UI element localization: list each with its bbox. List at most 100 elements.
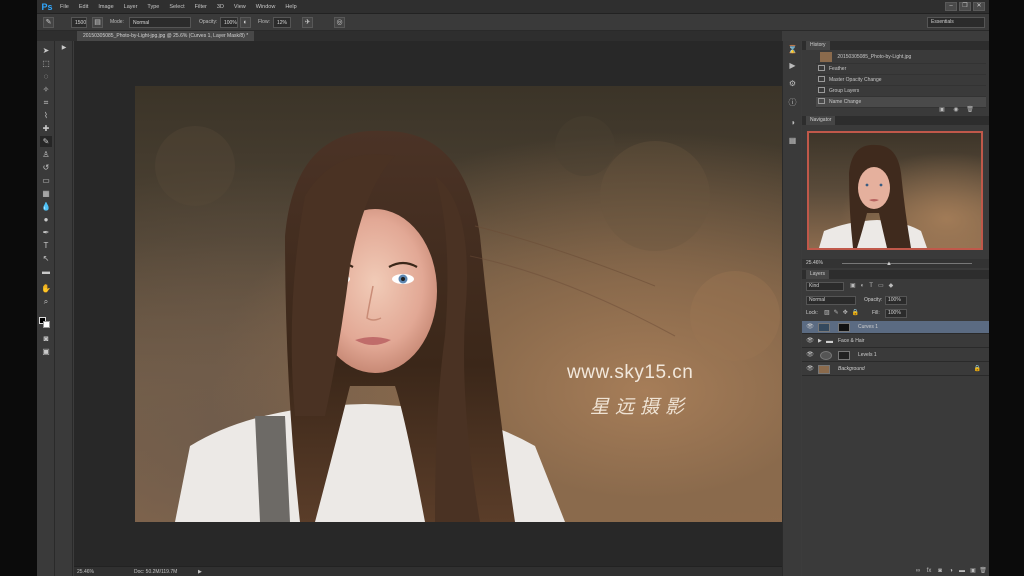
restore-button[interactable]: ❐ xyxy=(959,2,971,11)
screen-mode-icon[interactable]: ▣ xyxy=(40,346,52,357)
menu-layer[interactable]: Layer xyxy=(119,0,143,14)
airbrush-icon[interactable]: ✈ xyxy=(302,17,313,28)
new-adjustment-icon[interactable]: ◑ xyxy=(947,568,955,575)
document-image[interactable]: www.sky15.cn 星远摄影 xyxy=(135,86,789,522)
layer-mask-thumbnail[interactable] xyxy=(838,323,850,332)
new-document-from-state-icon[interactable]: ▣ xyxy=(938,107,946,114)
actions-panel-icon[interactable]: ▶ xyxy=(787,60,798,71)
healing-brush-icon[interactable]: ✚ xyxy=(40,123,52,134)
layer-row[interactable]: 👁 Levels 1 xyxy=(802,349,989,362)
menu-view[interactable]: View xyxy=(229,0,251,14)
brush-size-field[interactable]: 1500 xyxy=(71,17,87,28)
eyedropper-icon[interactable]: ⌇ xyxy=(40,110,52,121)
delete-layer-icon[interactable]: 🗑 xyxy=(979,568,987,575)
zoom-slider-thumb[interactable]: ▲ xyxy=(886,260,892,269)
layer-style-icon[interactable]: fx xyxy=(925,568,933,575)
snapshot-icon[interactable]: ◉ xyxy=(952,107,960,114)
opacity-field[interactable]: 100% xyxy=(220,17,238,28)
crop-tool-icon[interactable]: ⌗ xyxy=(40,97,52,108)
navigator-preview[interactable] xyxy=(807,131,983,250)
layer-row[interactable]: 👁 Background 🔒 xyxy=(802,363,989,376)
mode-select[interactable]: Normal xyxy=(129,17,191,28)
properties-panel-icon[interactable]: ⚙ xyxy=(787,78,798,89)
move-tool-icon[interactable]: ➤ xyxy=(40,45,52,56)
layer-filter-icons[interactable]: ▣◐T▭◆ xyxy=(850,282,898,289)
navigator-zoom[interactable]: 25.46% xyxy=(806,260,823,266)
brush-panel-icon[interactable]: ▤ xyxy=(92,17,103,28)
menu-window[interactable]: Window xyxy=(251,0,281,14)
close-button[interactable]: ✕ xyxy=(973,2,985,11)
history-snapshot[interactable]: 20150305085_Photo-by-Light.jpg xyxy=(816,50,986,64)
visibility-eye-icon[interactable]: 👁 xyxy=(806,321,814,334)
lock-icons[interactable]: ▨✎✥🔒 xyxy=(824,309,863,316)
flow-field[interactable]: 12% xyxy=(273,17,291,28)
menu-file[interactable]: File xyxy=(55,0,74,14)
navigator-tab[interactable]: Navigator xyxy=(806,116,836,125)
zoom-tool-icon[interactable]: ⌕ xyxy=(40,296,52,307)
info-panel-icon[interactable]: ⓘ xyxy=(787,97,798,108)
pen-tool-icon[interactable]: ✒ xyxy=(40,227,52,238)
layer-row[interactable]: 👁 ▶ ▬ Face & Hair xyxy=(802,335,989,348)
quick-select-icon[interactable]: ✧ xyxy=(40,84,52,95)
menu-help[interactable]: Help xyxy=(280,0,301,14)
history-item[interactable]: Feather xyxy=(816,64,986,75)
history-tab[interactable]: History xyxy=(806,41,830,50)
blend-mode-select[interactable]: Normal xyxy=(806,296,856,305)
layer-name[interactable]: Face & Hair xyxy=(838,335,864,348)
add-mask-icon[interactable]: ◙ xyxy=(936,568,944,575)
hand-tool-icon[interactable]: ✋ xyxy=(40,283,52,294)
history-panel-icon[interactable]: ⌛ xyxy=(787,44,798,55)
path-select-icon[interactable]: ↖ xyxy=(40,253,52,264)
layer-name[interactable]: Levels 1 xyxy=(858,349,877,362)
gradient-tool-icon[interactable]: ▦ xyxy=(40,188,52,199)
group-expand-icon[interactable]: ▶ xyxy=(818,335,822,348)
layers-tab[interactable]: Layers xyxy=(806,270,830,279)
history-item[interactable]: Group Layers xyxy=(816,86,986,97)
swatches-panel-icon[interactable]: ▦ xyxy=(787,135,798,146)
brush-tool-icon[interactable]: ✎ xyxy=(40,136,52,147)
adjustments-panel-icon[interactable]: ◑ xyxy=(787,117,798,128)
shape-tool-icon[interactable]: ▬ xyxy=(40,266,52,277)
layer-name[interactable]: Curves 1 xyxy=(858,321,878,334)
layer-mask-thumbnail[interactable] xyxy=(838,351,850,360)
status-arrow-icon[interactable]: ▶ xyxy=(198,568,202,576)
type-tool-icon[interactable]: T xyxy=(40,240,52,251)
size-pressure-icon[interactable]: ◎ xyxy=(334,17,345,28)
menu-image[interactable]: Image xyxy=(93,0,118,14)
new-layer-icon[interactable]: ▣ xyxy=(969,568,977,575)
trash-icon[interactable]: 🗑 xyxy=(966,107,974,114)
expand-panel-icon[interactable]: ▶ xyxy=(58,43,70,54)
menu-edit[interactable]: Edit xyxy=(74,0,93,14)
zoom-slider-track[interactable] xyxy=(842,263,972,264)
lasso-tool-icon[interactable]: ◌ xyxy=(40,71,52,82)
menu-type[interactable]: Type xyxy=(142,0,164,14)
visibility-eye-icon[interactable]: 👁 xyxy=(806,349,814,362)
history-brush-icon[interactable]: ↺ xyxy=(40,162,52,173)
menu-filter[interactable]: Filter xyxy=(190,0,212,14)
canvas-area[interactable]: www.sky15.cn 星远摄影 xyxy=(74,41,789,566)
new-group-icon[interactable]: ▬ xyxy=(958,568,966,575)
visibility-eye-icon[interactable]: 👁 xyxy=(806,363,814,376)
workspace-select[interactable]: Essentials xyxy=(927,17,985,28)
history-item[interactable]: Name Change xyxy=(816,97,986,108)
fill-field[interactable]: 100% xyxy=(885,309,907,318)
opacity-pressure-icon[interactable]: ◐ xyxy=(240,17,251,28)
history-item[interactable]: Master Opacity Change xyxy=(816,75,986,86)
zoom-level[interactable]: 25.46% xyxy=(77,568,94,576)
minimize-button[interactable]: – xyxy=(945,2,957,11)
background-color-swatch[interactable] xyxy=(43,321,50,328)
marquee-tool-icon[interactable]: ⬚ xyxy=(40,58,52,69)
clone-stamp-icon[interactable]: ♙ xyxy=(40,149,52,160)
menu-select[interactable]: Select xyxy=(164,0,189,14)
blur-tool-icon[interactable]: 💧 xyxy=(40,201,52,212)
doc-size[interactable]: Doc: 50.2M/119.7M xyxy=(134,568,177,576)
layer-opacity-field[interactable]: 100% xyxy=(885,296,907,305)
quick-mask-icon[interactable]: ◙ xyxy=(40,333,52,344)
link-layers-icon[interactable]: ∞ xyxy=(914,568,922,575)
menu-3d[interactable]: 3D xyxy=(212,0,229,14)
brush-tool-preset-icon[interactable]: ✎ xyxy=(43,17,54,28)
layer-kind-filter[interactable]: Kind xyxy=(806,282,844,291)
layer-name[interactable]: Background xyxy=(838,363,865,376)
document-tab[interactable]: 20150305085_Photo-by-Light-jpg.jpg @ 25.… xyxy=(77,31,255,41)
eraser-icon[interactable]: ▭ xyxy=(40,175,52,186)
